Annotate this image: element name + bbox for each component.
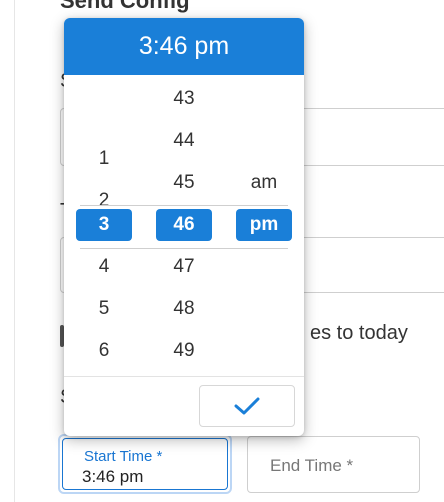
- minute-option[interactable]: 44: [156, 125, 212, 157]
- minute-option-selected[interactable]: 46: [156, 209, 212, 241]
- hour-option[interactable]: 5: [76, 293, 132, 325]
- end-time-placeholder: End Time *: [270, 456, 354, 475]
- meridiem-option-am[interactable]: am: [236, 167, 292, 199]
- minute-option[interactable]: 43: [156, 83, 212, 115]
- start-time-label: Start Time *: [84, 448, 163, 465]
- hour-option[interactable]: [76, 101, 132, 133]
- checkbox-label: es to today: [310, 322, 408, 344]
- selection-line-bottom: [80, 248, 288, 249]
- minute-option[interactable]: 45: [156, 167, 212, 199]
- picker-footer-divider: [64, 376, 304, 377]
- meridiem-option-selected[interactable]: pm: [236, 209, 292, 241]
- hour-option[interactable]: 1: [76, 143, 132, 175]
- minute-option[interactable]: 49: [156, 335, 212, 367]
- minute-option[interactable]: 47: [156, 251, 212, 283]
- hour-option[interactable]: 4: [76, 251, 132, 283]
- minute-option[interactable]: 48: [156, 293, 212, 325]
- end-time-field[interactable]: End Time *: [247, 436, 420, 493]
- time-picker: 3:46 pm 1 2 3 4 5 6 43 44 45 46 47 48 49…: [64, 18, 304, 436]
- picker-header-time: 3:46 pm: [64, 18, 304, 75]
- page: Send Config S T es to today S Start Time…: [0, 0, 444, 502]
- start-time-value: 3:46 pm: [82, 467, 144, 486]
- check-icon: [234, 397, 260, 415]
- section-heading: Send Config: [60, 0, 190, 13]
- hour-option-selected[interactable]: 3: [76, 209, 132, 241]
- confirm-button[interactable]: [199, 385, 295, 427]
- start-time-field[interactable]: Start Time * 3:46 pm: [58, 434, 232, 494]
- selection-line-top: [80, 205, 288, 206]
- hour-option[interactable]: 6: [76, 335, 132, 367]
- panel-border: [14, 0, 15, 502]
